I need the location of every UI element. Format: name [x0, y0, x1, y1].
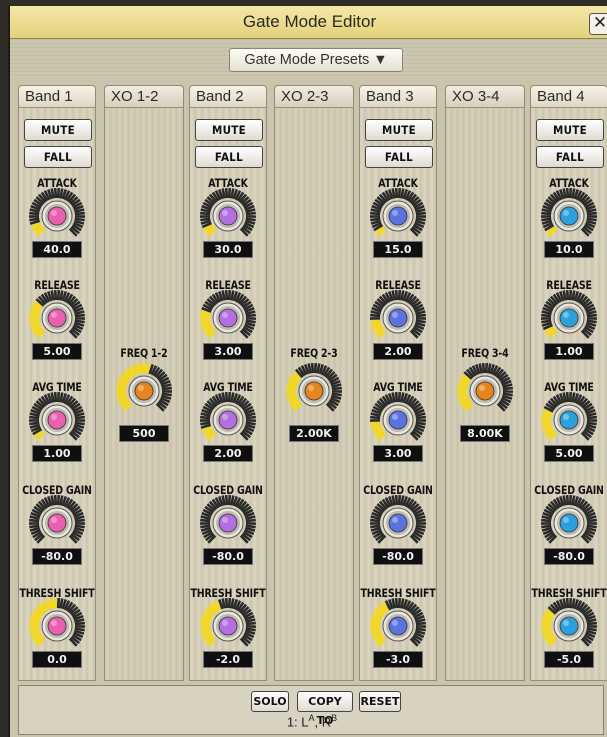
attack-value: 10.0: [544, 241, 594, 258]
closed-gain-knob[interactable]: [27, 493, 87, 553]
thresh-shift-knob[interactable]: [27, 596, 87, 656]
fall-button[interactable]: FALL: [365, 146, 433, 168]
attack-value: 30.0: [203, 241, 253, 258]
freq-label: FREQ 2-3: [290, 346, 338, 360]
thresh-shift-knob[interactable]: [539, 596, 599, 656]
window-title: Gate Mode Editor: [242, 12, 377, 31]
gate-mode-presets-dropdown[interactable]: Gate Mode Presets ▼: [229, 48, 403, 72]
tab-xo-2[interactable]: XO 2-3: [274, 85, 354, 107]
closed-gain-value: -80.0: [373, 548, 423, 565]
release-value: 5.00: [32, 343, 82, 360]
freq-value: 8.00K: [460, 425, 510, 442]
attack-value: 15.0: [373, 241, 423, 258]
freq-knob[interactable]: [455, 361, 515, 421]
fall-button[interactable]: FALL: [24, 146, 92, 168]
tab-xo-1[interactable]: XO 1-2: [104, 85, 184, 107]
thresh-shift-value: 0.0: [32, 651, 82, 668]
avg-time-value: 5.00: [544, 445, 594, 462]
closed-gain-value: -80.0: [32, 548, 82, 565]
copy-to-button[interactable]: COPY TO: [297, 691, 353, 727]
closed-gain-value: -80.0: [203, 548, 253, 565]
thresh-shift-knob[interactable]: [198, 596, 258, 656]
freq-knob[interactable]: [284, 361, 344, 421]
title-bar: Gate Mode Editor: [10, 6, 607, 39]
fall-button[interactable]: FALL: [536, 146, 604, 168]
release-value: 2.00: [373, 343, 423, 360]
attack-value: 40.0: [32, 241, 82, 258]
release-value: 1.00: [544, 343, 594, 360]
freq-label: FREQ 3-4: [461, 346, 509, 360]
tab-xo-3[interactable]: XO 3-4: [445, 85, 525, 107]
closed-gain-value: -80.0: [544, 548, 594, 565]
attack-knob[interactable]: [27, 186, 87, 246]
avg-time-knob[interactable]: [198, 390, 258, 450]
thresh-shift-knob[interactable]: [368, 596, 428, 656]
avg-time-value: 2.00: [203, 445, 253, 462]
thresh-shift-value: -5.0: [544, 651, 594, 668]
avg-time-value: 1.00: [32, 445, 82, 462]
attack-knob[interactable]: [198, 186, 258, 246]
reset-button[interactable]: RESET: [359, 691, 401, 712]
freq-knob[interactable]: [114, 361, 174, 421]
avg-time-knob[interactable]: [539, 390, 599, 450]
freq-value: 2.00K: [289, 425, 339, 442]
mute-button[interactable]: MUTE: [24, 119, 92, 141]
solo-button[interactable]: SOLO: [251, 691, 289, 712]
tab-band-3[interactable]: Band 3: [359, 85, 437, 107]
release-knob[interactable]: [368, 288, 428, 348]
avg-time-knob[interactable]: [27, 390, 87, 450]
release-knob[interactable]: [27, 288, 87, 348]
bottom-bar: SOLO COPY TO RESET 1: LA, RB: [18, 685, 604, 735]
mute-button[interactable]: MUTE: [195, 119, 263, 141]
routing-label: 1: LA, RB: [286, 713, 338, 730]
release-knob[interactable]: [539, 288, 599, 348]
close-icon[interactable]: ✕: [589, 13, 607, 35]
tab-band-2[interactable]: Band 2: [189, 85, 267, 107]
tab-band-1[interactable]: Band 1: [18, 85, 96, 107]
attack-knob[interactable]: [539, 186, 599, 246]
mute-button[interactable]: MUTE: [536, 119, 604, 141]
avg-time-value: 3.00: [373, 445, 423, 462]
thresh-shift-value: -3.0: [373, 651, 423, 668]
mute-button[interactable]: MUTE: [365, 119, 433, 141]
avg-time-knob[interactable]: [368, 390, 428, 450]
gate-mode-editor-window: Gate Mode Editor ✕ Gate Mode Presets ▼ B…: [8, 6, 607, 737]
release-value: 3.00: [203, 343, 253, 360]
tab-band-4[interactable]: Band 4: [530, 85, 607, 107]
freq-value: 500: [119, 425, 169, 442]
closed-gain-knob[interactable]: [368, 493, 428, 553]
attack-knob[interactable]: [368, 186, 428, 246]
closed-gain-knob[interactable]: [539, 493, 599, 553]
fall-button[interactable]: FALL: [195, 146, 263, 168]
release-knob[interactable]: [198, 288, 258, 348]
freq-label: FREQ 1-2: [120, 346, 168, 360]
presets-area: Gate Mode Presets ▼: [10, 39, 607, 79]
closed-gain-knob[interactable]: [198, 493, 258, 553]
thresh-shift-value: -2.0: [203, 651, 253, 668]
